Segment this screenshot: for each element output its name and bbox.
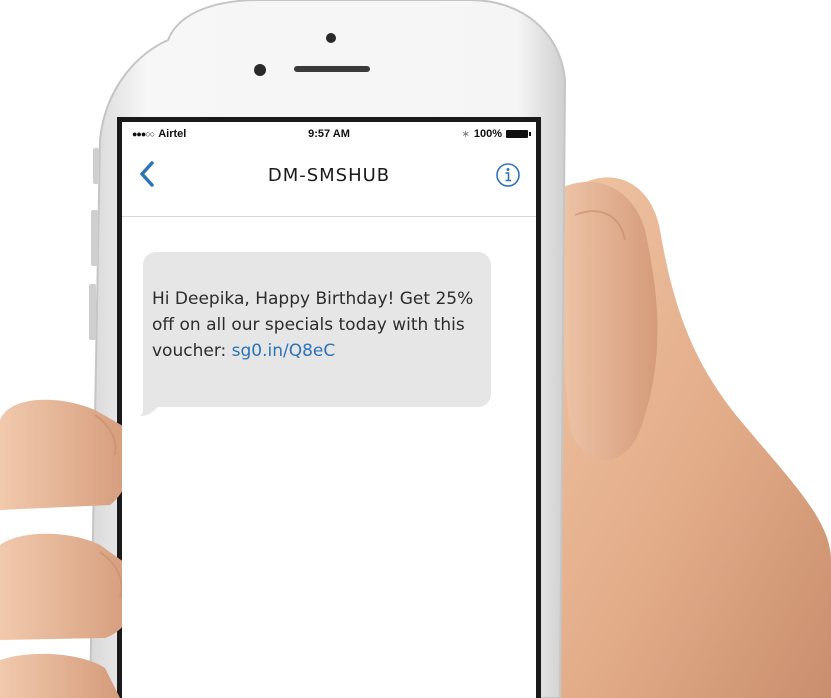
- proximity-sensor: [254, 64, 266, 76]
- voucher-link[interactable]: sg0.in/Q8eC: [232, 341, 336, 361]
- conversation-title: DM-SMSHUB: [267, 165, 391, 186]
- status-right: ∗ 100%: [461, 128, 531, 140]
- message-text: Hi Deepika, Happy Birthday! Get 25% off …: [152, 286, 482, 364]
- conversation-header: DM-SMSHUB: [122, 146, 536, 217]
- status-bar: ●●●○○ Airtel 9:57 AM ∗ 100%: [122, 122, 536, 144]
- earpiece: [294, 66, 370, 72]
- bluetooth-icon: ∗: [461, 128, 470, 140]
- message-thread: Hi Deepika, Happy Birthday! Get 25% off …: [122, 218, 536, 698]
- incoming-message-bubble[interactable]: Hi Deepika, Happy Birthday! Get 25% off …: [143, 252, 491, 407]
- phone-screen: ●●●○○ Airtel 9:57 AM ∗ 100% DM-SMSHUB Hi…: [122, 122, 536, 698]
- info-icon[interactable]: [495, 162, 521, 188]
- battery-icon: [506, 130, 531, 138]
- battery-percent: 100%: [473, 128, 502, 140]
- phone-in-hand-scene: ●●●○○ Airtel 9:57 AM ∗ 100% DM-SMSHUB Hi…: [0, 0, 831, 698]
- front-camera: [326, 33, 336, 43]
